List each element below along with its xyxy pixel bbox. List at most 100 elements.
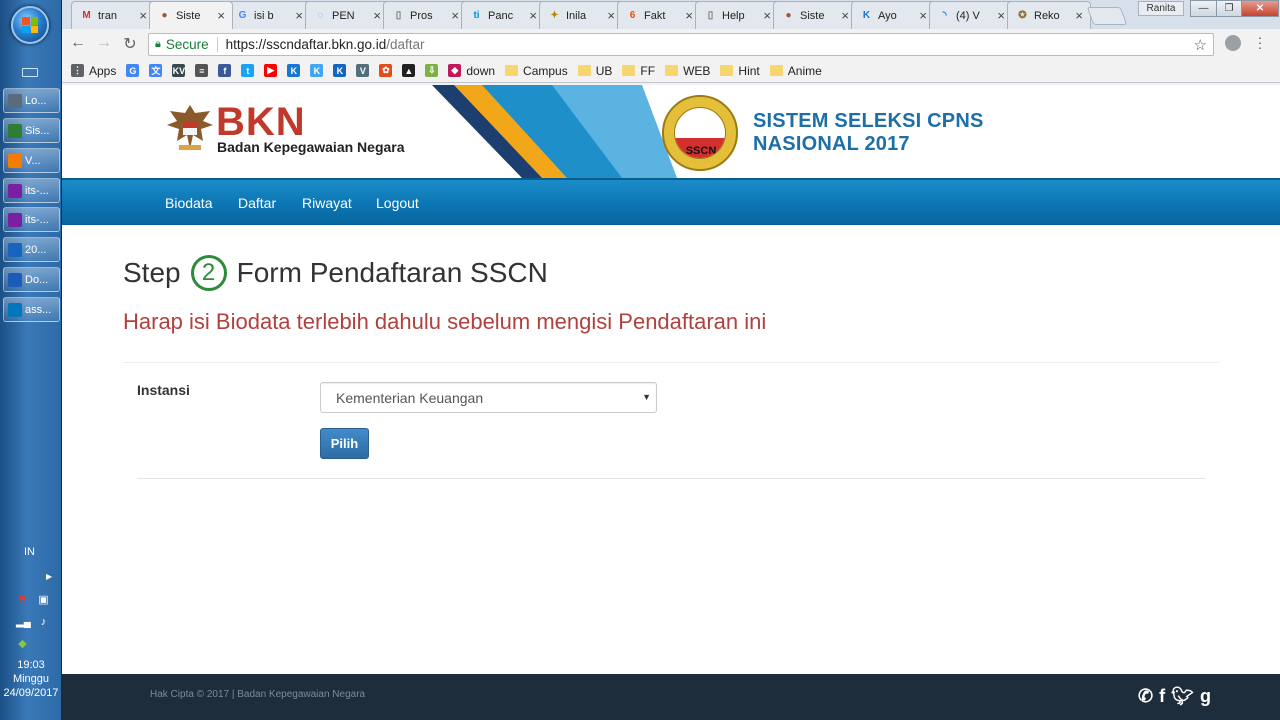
bookmark-item[interactable]: ⇩ bbox=[425, 64, 439, 77]
bookmark-label: WEB bbox=[683, 63, 711, 78]
close-tab-icon[interactable]: × bbox=[607, 8, 615, 23]
taskbar-item[interactable]: Do... bbox=[3, 267, 60, 292]
bookmark-item[interactable]: K bbox=[333, 64, 347, 77]
system-clock[interactable]: 19:03 Minggu 24/09/2017 bbox=[0, 658, 62, 700]
browser-tab[interactable]: Gisi b × bbox=[227, 1, 311, 29]
bookmark-item[interactable]: ⋮ Apps bbox=[71, 64, 116, 78]
close-tab-icon[interactable]: × bbox=[919, 8, 927, 23]
instansi-select[interactable]: Kementerian Keuangan ▼ bbox=[320, 382, 657, 413]
taskbar-item[interactable]: its-... bbox=[3, 207, 60, 232]
close-tab-icon[interactable]: × bbox=[139, 8, 147, 23]
page-title: Step 2 Form Pendaftaran SSCN bbox=[123, 255, 548, 291]
tab-title: Ayo bbox=[878, 9, 897, 22]
youtube-icon: ▶ bbox=[264, 64, 278, 77]
paint-icon bbox=[8, 242, 22, 257]
browser-tab[interactable]: Mtran × bbox=[71, 1, 155, 29]
loading-icon: ◝ bbox=[942, 10, 947, 21]
down-icon: ◆ bbox=[448, 64, 462, 77]
close-tab-icon[interactable]: × bbox=[295, 8, 303, 23]
tab-title: tran bbox=[98, 9, 117, 22]
whatsapp-icon[interactable]: ✆ bbox=[1138, 686, 1153, 707]
bookmark-item[interactable]: ▲ bbox=[402, 64, 416, 77]
close-tab-icon[interactable]: × bbox=[529, 8, 537, 23]
close-tab-icon[interactable]: × bbox=[217, 8, 225, 23]
action-center-icon[interactable]: ⚑ bbox=[16, 594, 29, 607]
nav-riwayat[interactable]: Riwayat bbox=[302, 195, 352, 211]
tab-title: PEN bbox=[332, 9, 355, 22]
browser-tab[interactable]: K Ayo × bbox=[851, 1, 935, 29]
reload-button[interactable]: ↻ bbox=[120, 34, 140, 54]
google-plus-icon[interactable]: g bbox=[1200, 686, 1211, 707]
bookmark-item[interactable]: K bbox=[287, 64, 301, 77]
close-tab-icon[interactable]: × bbox=[1075, 8, 1083, 23]
bookmark-item[interactable]: ≡ bbox=[195, 64, 209, 77]
bookmark-item[interactable]: K bbox=[310, 64, 324, 77]
close-window-button[interactable]: ✕ bbox=[1241, 0, 1279, 17]
nav-logout[interactable]: Logout bbox=[376, 195, 419, 211]
volume-icon[interactable]: ♪ bbox=[37, 616, 50, 629]
back-button[interactable]: ← bbox=[68, 34, 88, 52]
taskbar-item[interactable]: 20... bbox=[3, 237, 60, 262]
language-indicator[interactable]: IN bbox=[24, 546, 35, 558]
show-hidden-icons-icon[interactable]: ▶ bbox=[46, 572, 52, 581]
profile-button[interactable]: Ranita bbox=[1138, 1, 1184, 16]
close-tab-icon[interactable]: × bbox=[373, 8, 381, 23]
start-button[interactable] bbox=[11, 6, 49, 44]
taskbar-item[interactable]: V... bbox=[3, 148, 60, 173]
minimize-button[interactable]: — bbox=[1190, 0, 1217, 17]
browser-tab[interactable]: ▯ Pros × bbox=[383, 1, 467, 29]
bookmark-item[interactable]: V bbox=[356, 64, 370, 77]
address-bar[interactable]: 🔒︎ Secure https://sscndaftar.bkn.go.id/d… bbox=[148, 33, 1214, 56]
browser-tab[interactable]: ◌ PEN × bbox=[305, 1, 389, 29]
bookmark-item[interactable]: UB bbox=[577, 64, 612, 78]
network-tray-icon[interactable]: ◆ bbox=[16, 638, 29, 651]
close-tab-icon[interactable]: × bbox=[997, 8, 1005, 23]
bookmark-item[interactable]: f bbox=[218, 64, 232, 77]
browser-tab[interactable]: ✪ Reko × bbox=[1007, 1, 1091, 29]
close-tab-icon[interactable]: × bbox=[685, 8, 693, 23]
browser-tab[interactable]: 6 Fakt × bbox=[617, 1, 701, 29]
close-tab-icon[interactable]: × bbox=[451, 8, 459, 23]
nav-daftar[interactable]: Daftar bbox=[238, 195, 276, 211]
bookmark-item[interactable]: ✿ bbox=[379, 64, 393, 77]
translate-icon: 文 bbox=[149, 64, 163, 77]
browser-tab[interactable]: ◝ (4) V × bbox=[929, 1, 1013, 29]
taskbar-item[interactable]: ass... bbox=[3, 297, 60, 322]
bookmark-item[interactable]: Anime bbox=[769, 64, 822, 78]
power-icon[interactable]: ▣ bbox=[37, 594, 50, 607]
twitter-icon[interactable]: 🐦︎ bbox=[1171, 686, 1194, 707]
bookmark-item[interactable]: 文 bbox=[149, 64, 163, 77]
forward-button[interactable]: → bbox=[94, 34, 114, 52]
bookmark-item[interactable]: t bbox=[241, 64, 255, 77]
close-tab-icon[interactable]: × bbox=[841, 8, 849, 23]
bookmark-item[interactable]: Campus bbox=[505, 64, 568, 78]
lock-icon: 🔒︎ bbox=[155, 38, 161, 50]
browser-tab[interactable]: ▯ Help × bbox=[695, 1, 779, 29]
new-tab-button[interactable] bbox=[1086, 7, 1128, 25]
bookmark-star-icon[interactable]: ☆ bbox=[1194, 36, 1207, 54]
bookmark-item[interactable]: G bbox=[126, 64, 140, 77]
browser-tab[interactable]: ✦ Inila × bbox=[539, 1, 623, 29]
maximize-button[interactable]: ❐ bbox=[1216, 0, 1242, 17]
bookmark-item[interactable]: FF bbox=[622, 64, 655, 78]
nav-biodata[interactable]: Biodata bbox=[165, 195, 212, 211]
bookmark-item[interactable]: WEB bbox=[665, 64, 710, 78]
bookmark-item[interactable]: ◆ down bbox=[448, 64, 495, 78]
close-tab-icon[interactable]: × bbox=[763, 8, 771, 23]
pilih-button[interactable]: Pilih bbox=[320, 428, 369, 459]
facebook-icon[interactable]: f bbox=[1159, 686, 1165, 707]
taskbar-item[interactable]: its-... bbox=[3, 178, 60, 203]
browser-tab[interactable]: ● Siste × bbox=[149, 1, 233, 29]
taskbar-item[interactable]: Sis... bbox=[3, 118, 60, 143]
bookmark-item[interactable]: ▶ bbox=[264, 64, 278, 77]
browser-tab[interactable]: ● Siste × bbox=[773, 1, 857, 29]
taskbar-item[interactable]: Lo... bbox=[3, 88, 60, 113]
chrome-menu-icon[interactable]: · · · bbox=[1255, 30, 1265, 54]
keyboard-icon[interactable] bbox=[22, 68, 38, 77]
browser-tab[interactable]: ti Panc × bbox=[461, 1, 545, 29]
gmail-icon: M bbox=[82, 10, 91, 21]
bookmark-item[interactable]: Hint bbox=[720, 64, 760, 78]
bookmark-item[interactable]: KV bbox=[172, 64, 186, 77]
signal-icon[interactable]: ▂▄ bbox=[16, 616, 31, 629]
extension-icon[interactable] bbox=[1225, 35, 1241, 51]
